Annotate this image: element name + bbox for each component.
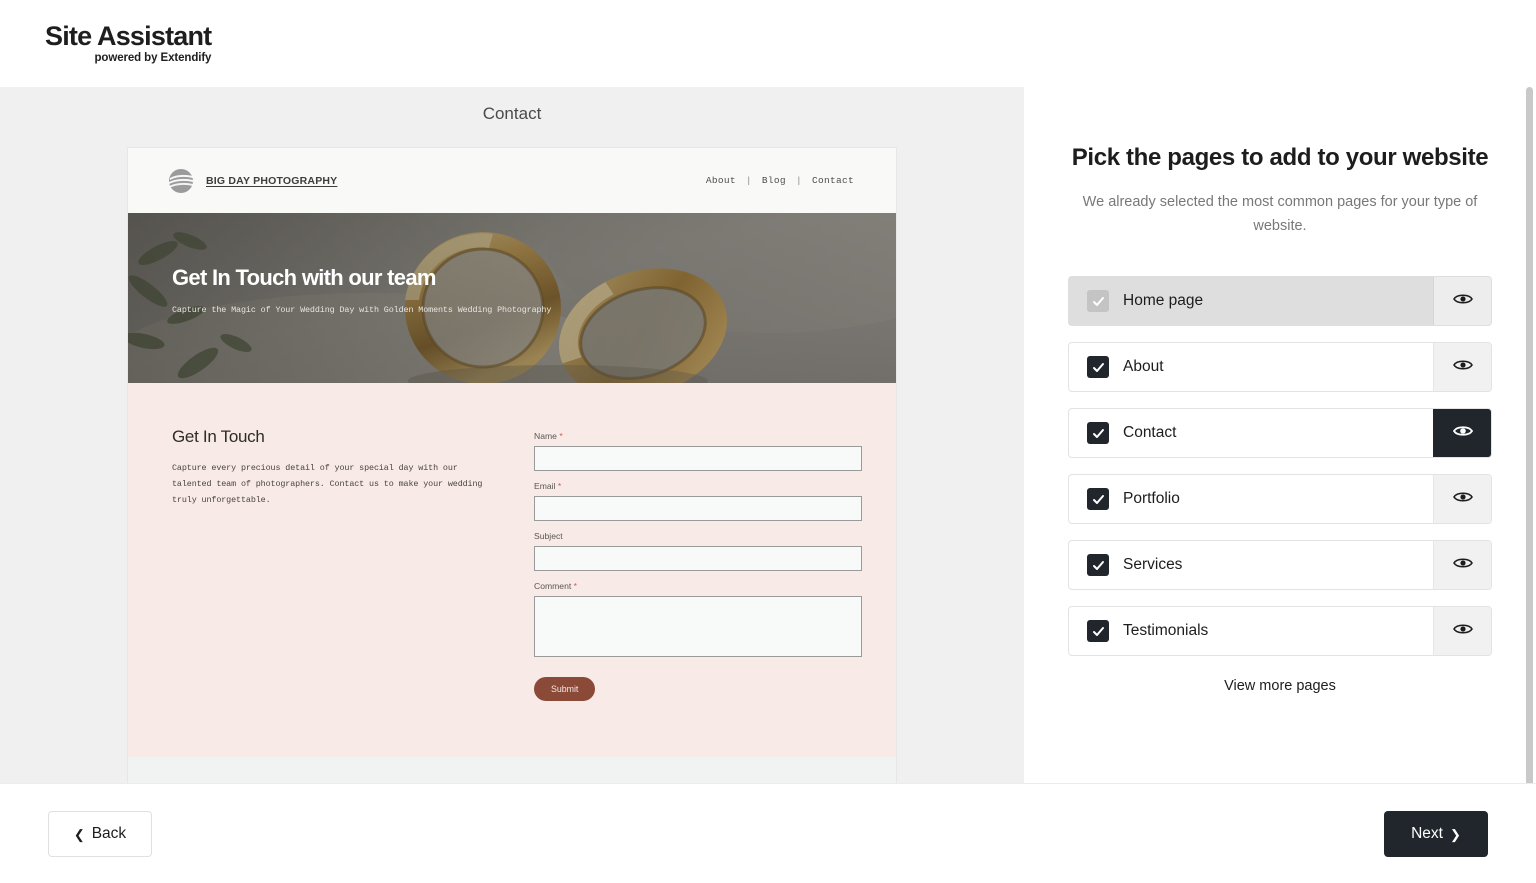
site-assistant-app: Site Assistant powered by Extendify Cont… (0, 0, 1536, 883)
site-header: BIG DAY PHOTOGRAPHY About | Blog | Conta… (128, 148, 896, 213)
brand-tagline: powered by Extendify (94, 52, 212, 65)
nav-separator: | (795, 175, 802, 186)
hero-content: Get In Touch with our team Capture the M… (172, 265, 552, 319)
chevron-right-icon: ❯ (1449, 826, 1461, 842)
form-field-subject: Subject (534, 531, 862, 571)
bottom-bar: ❮ Back Next ❯ (0, 783, 1536, 883)
eye-icon (1452, 358, 1473, 377)
eye-icon (1452, 292, 1473, 311)
next-button-label: Next (1411, 825, 1443, 842)
page-row-portfolio[interactable]: Portfolio (1068, 474, 1492, 525)
site-nav-about[interactable]: About (704, 175, 738, 186)
eye-icon (1452, 490, 1473, 509)
hero-section: Get In Touch with our team Capture the M… (128, 213, 896, 383)
form-label-name: Name * (534, 431, 862, 441)
page-row-home-page[interactable]: Home page (1068, 276, 1492, 327)
view-more-pages-link[interactable]: View more pages (1068, 678, 1492, 694)
form-label-comment: Comment * (534, 581, 862, 591)
chevron-left-icon: ❮ (73, 826, 85, 842)
form-label-email: Email * (534, 481, 862, 491)
form-field-comment: Comment * (534, 581, 862, 657)
preview-button-services[interactable] (1433, 541, 1491, 590)
page-label-portfolio: Portfolio (1123, 490, 1180, 508)
required-marker: * (573, 581, 577, 591)
site-nav: About | Blog | Contact (704, 175, 856, 186)
site-brand[interactable]: BIG DAY PHOTOGRAPHY (168, 168, 337, 194)
hero-subtitle: Capture the Magic of Your Wedding Day wi… (172, 305, 552, 316)
email-input[interactable] (534, 496, 862, 521)
checkbox-services[interactable] (1087, 554, 1109, 577)
panel-subtitle: We already selected the most common page… (1082, 194, 1478, 234)
brand-name: Site Assistant (45, 21, 212, 51)
site-footer-strip (128, 757, 896, 783)
form-label-email-text: Email (534, 481, 556, 491)
nav-separator: | (745, 175, 752, 186)
contact-heading: Get In Touch (172, 427, 265, 446)
page-row-testimonials[interactable]: Testimonials (1068, 606, 1492, 657)
name-input[interactable] (534, 446, 862, 471)
brand-logo: Site Assistant powered by Extendify (45, 21, 212, 65)
page-row-about[interactable]: About (1068, 342, 1492, 393)
required-marker: * (559, 431, 563, 441)
checkbox-about[interactable] (1087, 356, 1109, 379)
comment-textarea[interactable] (534, 596, 862, 657)
hero-title: Get In Touch with our team (172, 265, 436, 290)
checkbox-testimonials[interactable] (1087, 620, 1109, 643)
page-row-main[interactable]: Home page (1069, 277, 1433, 325)
page-row-services[interactable]: Services (1068, 540, 1492, 591)
back-button[interactable]: ❮ Back (48, 811, 152, 857)
submit-button[interactable]: Submit (534, 677, 596, 701)
page-picker-panel: Pick the pages to add to your website We… (1024, 87, 1536, 783)
form-label-subject-text: Subject (534, 531, 563, 541)
eye-icon (1452, 424, 1473, 443)
eye-icon (1452, 556, 1473, 575)
preview-button-contact[interactable] (1433, 409, 1491, 458)
site-logo-text: BIG DAY PHOTOGRAPHY (206, 174, 338, 187)
contact-section: Get In Touch Capture every precious deta… (128, 383, 896, 757)
required-marker: * (557, 481, 562, 491)
circle-waves-icon (168, 168, 194, 194)
preview-button-about[interactable] (1433, 343, 1491, 392)
contact-paragraph: Capture every precious detail of your sp… (172, 463, 483, 505)
page-row-main[interactable]: About (1069, 343, 1433, 391)
back-button-label: Back (91, 825, 127, 842)
preview-pane: Contact BIG DAY PHOTOGRAPHY About | Blog… (0, 87, 1024, 783)
next-button[interactable]: Next ❯ (1384, 811, 1488, 857)
page-row-contact[interactable]: Contact (1068, 408, 1492, 459)
panel-scrollbar-thumb[interactable] (1526, 87, 1533, 783)
subject-input[interactable] (534, 546, 862, 571)
page-row-main[interactable]: Contact (1069, 409, 1433, 457)
form-label-subject: Subject (534, 531, 862, 541)
form-label-comment-text: Comment (534, 581, 572, 591)
page-row-main[interactable]: Testimonials (1069, 607, 1433, 655)
page-label-testimonials: Testimonials (1123, 622, 1209, 640)
form-label-name-text: Name (534, 431, 557, 441)
checkbox-portfolio[interactable] (1087, 488, 1109, 511)
preview-button-testimonials[interactable] (1433, 607, 1491, 656)
preview-button-portfolio[interactable] (1433, 475, 1491, 524)
page-label-about: About (1123, 358, 1164, 376)
form-field-name: Name * (534, 431, 862, 471)
site-nav-blog[interactable]: Blog (760, 175, 788, 186)
page-list: Home page About Contact Portfolio Servic… (1068, 276, 1492, 657)
site-nav-contact[interactable]: Contact (810, 175, 856, 186)
page-label-contact: Contact (1123, 424, 1177, 442)
page-label-services: Services (1123, 556, 1183, 574)
preview-page-label: Contact (482, 104, 542, 123)
checkbox-contact[interactable] (1087, 422, 1109, 445)
checkbox-home-page (1087, 290, 1109, 313)
preview-button-home-page[interactable] (1433, 277, 1491, 326)
page-row-main[interactable]: Services (1069, 541, 1433, 589)
eye-icon (1452, 622, 1473, 641)
form-field-email: Email * (534, 481, 862, 521)
panel-title: Pick the pages to add to your website (1071, 144, 1489, 171)
contact-form: Name * Email * Subject Comment * Submit (534, 427, 862, 701)
page-label-home-page: Home page (1123, 292, 1204, 310)
top-bar: Site Assistant powered by Extendify (0, 0, 1536, 87)
site-preview-frame[interactable]: BIG DAY PHOTOGRAPHY About | Blog | Conta… (128, 148, 896, 783)
page-row-main[interactable]: Portfolio (1069, 475, 1433, 523)
contact-intro: Get In Touch Capture every precious deta… (172, 427, 502, 701)
